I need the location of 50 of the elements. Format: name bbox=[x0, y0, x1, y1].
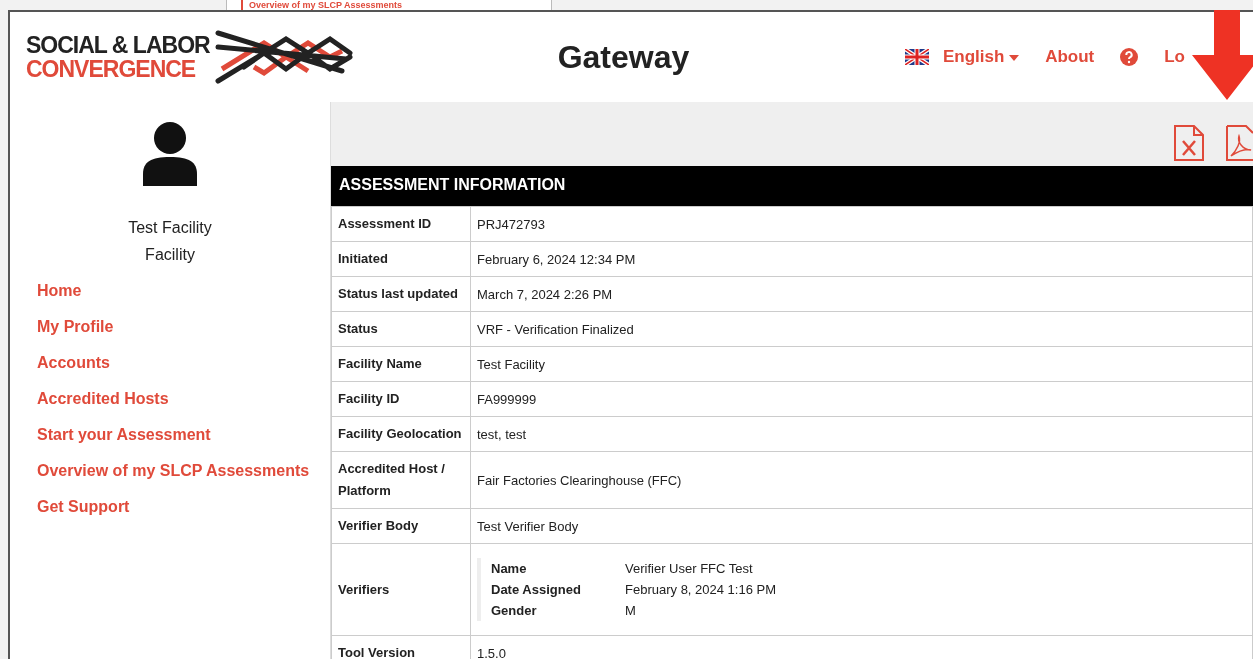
row-label: Status last updated bbox=[331, 276, 471, 312]
row-value: FA999999 bbox=[470, 381, 1253, 417]
nav-link[interactable]: About bbox=[1045, 47, 1095, 67]
help-icon[interactable] bbox=[1120, 48, 1139, 66]
user-name: Test Facility bbox=[127, 218, 213, 238]
row-value: VRF - Verification Finalized bbox=[470, 311, 1253, 347]
detail-value: February 8, 2024 1:16 PM bbox=[625, 581, 778, 599]
sidebar-link[interactable]: Accounts bbox=[37, 354, 110, 372]
detail-value: Verifier User FFC Test bbox=[625, 560, 754, 578]
detail-label: Date Assigned bbox=[491, 581, 582, 599]
sidebar-link[interactable]: Home bbox=[37, 282, 82, 300]
nav-link[interactable]: Lo bbox=[1164, 47, 1185, 67]
app-title: Gateway bbox=[557, 38, 690, 76]
detail-value: M bbox=[625, 602, 637, 620]
row-label: Tool Version bbox=[331, 635, 471, 659]
excel-file-icon[interactable] bbox=[1173, 124, 1205, 162]
row-label: Facility Name bbox=[331, 346, 471, 382]
user-avatar-icon bbox=[143, 122, 197, 186]
row-value: Test Verifier Body bbox=[470, 508, 1253, 544]
row-label: Initiated bbox=[331, 241, 471, 277]
logo-mesh-icon bbox=[213, 29, 354, 85]
row-value: Fair Factories Clearinghouse (FFC) bbox=[470, 451, 1253, 509]
row-value: February 6, 2024 12:34 PM bbox=[470, 241, 1253, 277]
sidebar-link[interactable]: Start your Assessment bbox=[37, 426, 211, 444]
logo-text: SOCIAL & LABOR bbox=[26, 33, 210, 57]
row-label: Facility ID bbox=[331, 381, 471, 417]
pdf-file-icon[interactable] bbox=[1225, 124, 1253, 162]
sidebar-link[interactable]: Overview of my SLCP Assessments bbox=[37, 462, 310, 480]
sidebar-link[interactable]: Accredited Hosts bbox=[37, 390, 169, 408]
row-label: Assessment ID bbox=[331, 206, 471, 242]
row-label: Accredited Host / Platform bbox=[331, 451, 471, 509]
user-role: Facility bbox=[144, 245, 196, 265]
row-value: March 7, 2024 2:26 PM bbox=[470, 276, 1253, 312]
row-label: Verifier Body bbox=[331, 508, 471, 544]
row-value: test, test bbox=[470, 416, 1253, 452]
row-label: Facility Geolocation bbox=[331, 416, 471, 452]
detail-label: Gender bbox=[491, 602, 538, 620]
row-label: Status bbox=[331, 311, 471, 347]
language-dropdown[interactable]: English bbox=[943, 47, 1020, 67]
sidebar-link[interactable]: My Profile bbox=[37, 318, 114, 336]
sidebar-link[interactable]: Get Support bbox=[37, 498, 130, 516]
row-value: Test Facility bbox=[470, 346, 1253, 382]
section-header: ASSESSMENT INFORMATION bbox=[331, 166, 1253, 206]
caret-icon bbox=[1009, 54, 1020, 61]
row-label: Verifiers bbox=[331, 543, 471, 636]
detail-label: Name bbox=[491, 560, 528, 578]
flag-icon bbox=[905, 49, 929, 65]
down-arrow-icon bbox=[1192, 10, 1253, 100]
row-value: PRJ472793 bbox=[470, 206, 1253, 242]
logo-text: CONVERGENCE bbox=[26, 57, 197, 81]
